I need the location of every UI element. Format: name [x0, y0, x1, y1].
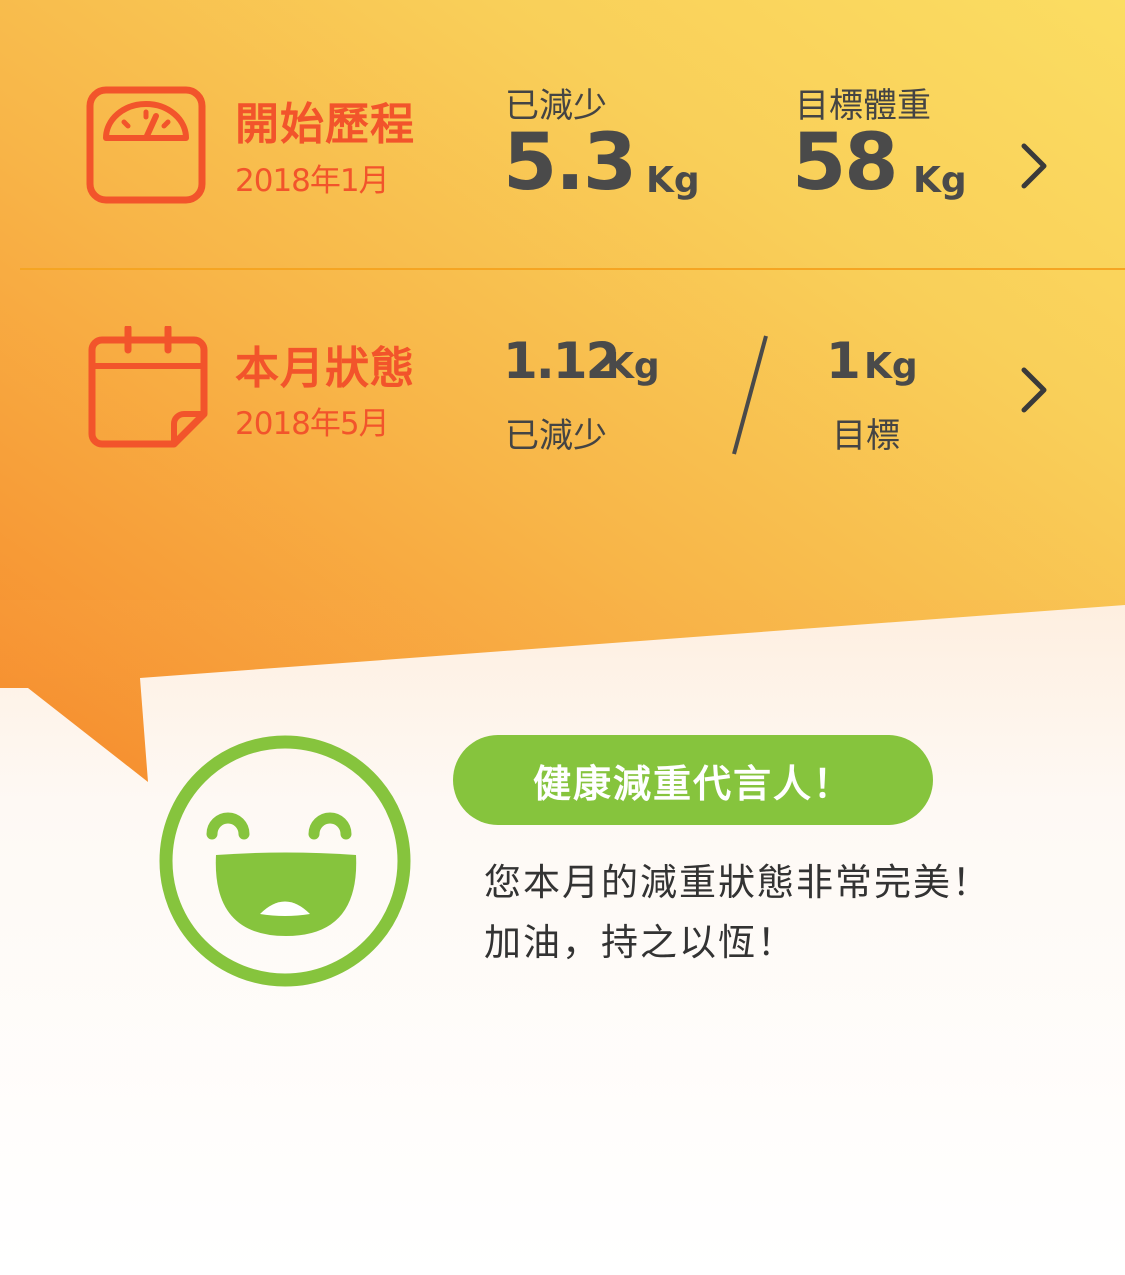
month-lost-label: 已減少: [505, 416, 607, 456]
journey-lost-value: 5.3: [503, 118, 637, 208]
chevron-right-icon[interactable]: [1016, 364, 1052, 416]
journey-lost-unit: Kg: [646, 160, 700, 201]
month-goal-unit: Kg: [864, 346, 918, 387]
journey-target-unit: Kg: [913, 160, 967, 201]
month-lost-unit: Kg: [606, 346, 660, 387]
journey-row[interactable]: 開始歷程 2018年1月 已減少 5.3 Kg 目標體重 58 Kg: [0, 0, 1125, 268]
journey-target-value: 58: [792, 118, 899, 208]
smiley-icon: [159, 735, 411, 987]
status-badge: 健康減重代言人！: [453, 735, 933, 825]
month-row[interactable]: 本月狀態 2018年5月 1.12 Kg 已減少 1 Kg 目標: [0, 270, 1125, 500]
month-goal-label: 目標: [832, 416, 900, 456]
feedback-line-2: 加油，持之以恆！: [484, 921, 796, 964]
scale-icon: [86, 86, 206, 204]
feedback-line-1: 您本月的減重狀態非常完美！: [484, 861, 991, 904]
month-lost-value: 1.12: [503, 332, 620, 390]
calendar-icon: [88, 326, 208, 448]
chevron-right-icon[interactable]: [1016, 140, 1052, 192]
month-title: 本月狀態: [235, 343, 415, 394]
journey-title: 開始歷程: [235, 99, 415, 150]
month-date: 2018年5月: [235, 406, 390, 442]
journey-date: 2018年1月: [235, 163, 390, 199]
month-goal-value: 1: [826, 332, 861, 390]
slash-divider: [732, 335, 768, 455]
